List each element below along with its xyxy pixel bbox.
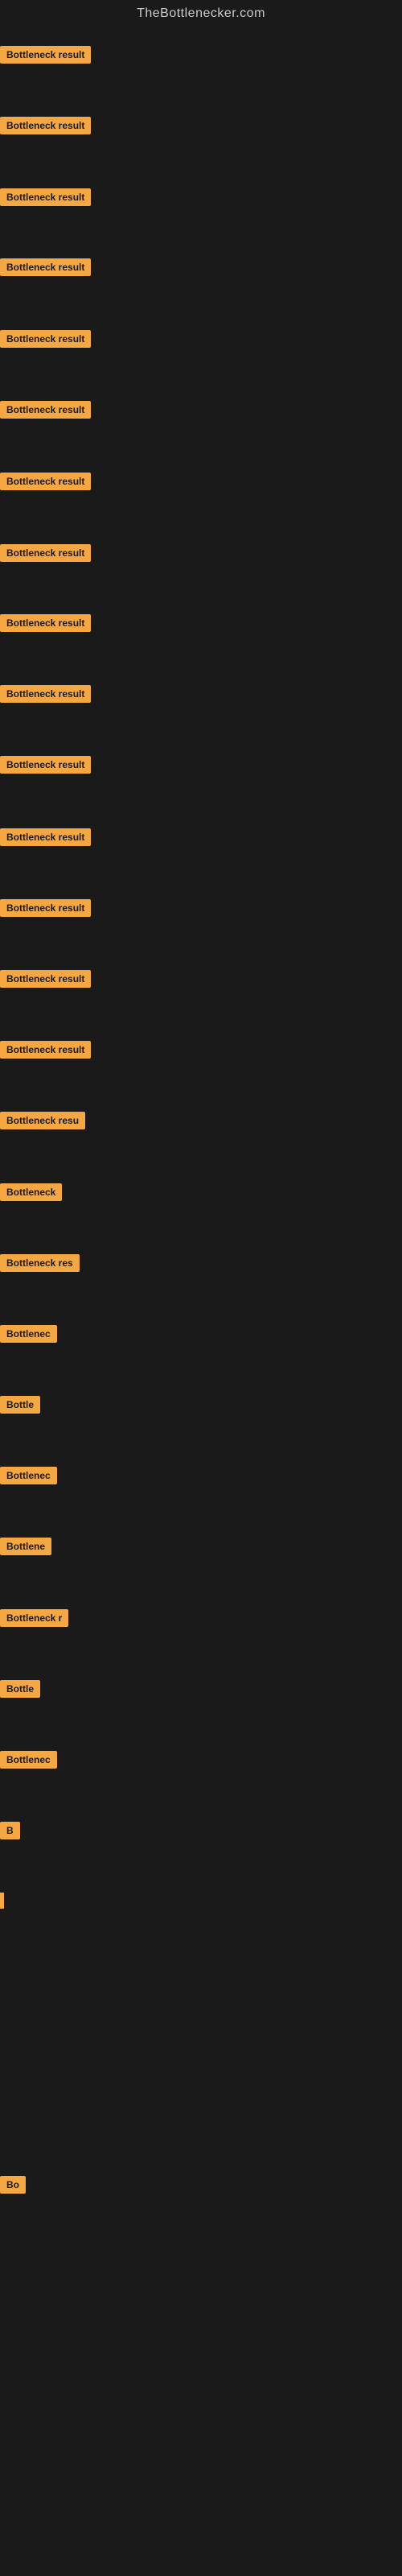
bottleneck-badge: Bottleneck result [0,828,91,846]
bottleneck-item: Bottleneck result [0,188,91,210]
bottleneck-item: Bottlenec [0,1751,57,1773]
bottleneck-badge: Bottleneck result [0,401,91,419]
bottleneck-badge: Bottleneck result [0,117,91,134]
bottleneck-badge: Bottleneck res [0,1254,80,1272]
bottleneck-item: Bottleneck result [0,401,91,423]
bottleneck-badge: Bottlenec [0,1467,57,1484]
bottleneck-item: Bo [0,2176,26,2198]
bottleneck-badge: B [0,1822,20,1839]
bottleneck-badge: Bottleneck result [0,756,91,774]
bottleneck-item: Bottleneck result [0,970,91,992]
bottleneck-item: Bottleneck result [0,756,91,778]
bottleneck-badge: Bottle [0,1680,40,1698]
bottleneck-item: Bottleneck resu [0,1112,85,1133]
bottleneck-badge: Bottleneck resu [0,1112,85,1129]
bottleneck-badge: Bo [0,2176,26,2194]
bottleneck-item: Bottleneck result [0,685,91,707]
bottleneck-item: Bottleneck res [0,1254,80,1276]
bottleneck-item: Bottleneck result [0,330,91,352]
bottleneck-badge: Bottleneck result [0,258,91,276]
bottleneck-badge: Bottleneck result [0,330,91,348]
bottleneck-item: Bottleneck result [0,473,91,494]
bottleneck-badge: Bottleneck result [0,970,91,988]
bottleneck-indicator [0,1893,4,1909]
bottleneck-badge: Bottlene [0,1538,51,1555]
bottleneck-badge: Bottleneck result [0,46,91,64]
bottleneck-badge: Bottle [0,1396,40,1414]
bottleneck-item: Bottleneck result [0,828,91,850]
bottleneck-item: Bottle [0,1680,40,1702]
bottleneck-item: Bottlenec [0,1467,57,1488]
bottleneck-item: Bottlenec [0,1325,57,1347]
bottleneck-badge: Bottleneck [0,1183,62,1201]
bottleneck-badge: Bottlenec [0,1325,57,1343]
bottleneck-item: B [0,1822,20,1843]
bottleneck-item: Bottle [0,1396,40,1418]
bottleneck-item: Bottleneck result [0,258,91,280]
bottleneck-badge: Bottleneck result [0,899,91,917]
bottleneck-item: Bottleneck result [0,117,91,138]
bottleneck-badge: Bottleneck result [0,685,91,703]
bottleneck-item: Bottleneck result [0,544,91,566]
bottleneck-item: Bottlene [0,1538,51,1559]
bottleneck-item: Bottleneck result [0,614,91,636]
bottleneck-badge: Bottleneck r [0,1609,68,1627]
bottleneck-badge: Bottleneck result [0,473,91,490]
bottleneck-badge: Bottleneck result [0,544,91,562]
bottleneck-badge: Bottlenec [0,1751,57,1769]
bottleneck-badge: Bottleneck result [0,188,91,206]
bottleneck-badge: Bottleneck result [0,1041,91,1059]
site-title: TheBottlenecker.com [0,0,402,27]
bottleneck-item: Bottleneck [0,1183,62,1205]
bottleneck-badge: Bottleneck result [0,614,91,632]
bottleneck-item: Bottleneck r [0,1609,68,1631]
bottleneck-item: Bottleneck result [0,1041,91,1063]
bottleneck-item: Bottleneck result [0,46,91,68]
bottleneck-item: Bottleneck result [0,899,91,921]
